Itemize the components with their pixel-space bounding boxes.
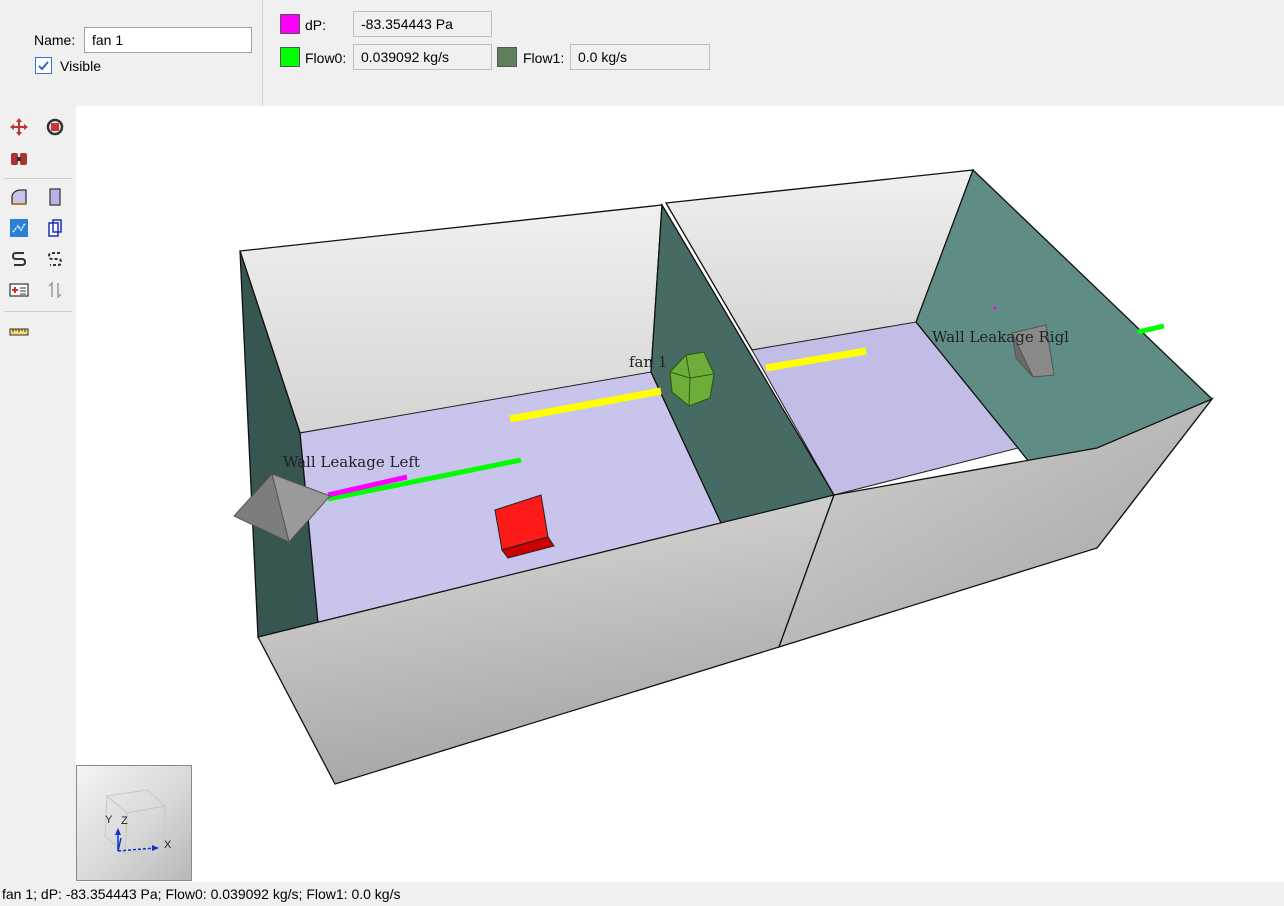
copy-icon[interactable] xyxy=(44,217,66,239)
add-item-icon[interactable] xyxy=(8,279,30,301)
name-input[interactable]: fan 1 xyxy=(84,27,252,53)
toolbar-separator xyxy=(4,311,72,312)
rotate-icon[interactable] xyxy=(44,116,66,138)
flow0-value: 0.039092 kg/s xyxy=(353,44,492,70)
nav-cube-icon xyxy=(104,789,167,856)
axis-x-arrow-icon xyxy=(152,845,159,851)
dp-color-swatch[interactable] xyxy=(280,14,300,34)
axis-y-arrow-icon xyxy=(115,828,121,835)
status-bar: fan 1; dP: -83.354443 Pa; Flow0: 0.03909… xyxy=(0,882,1284,906)
scene-canvas[interactable]: fan 1 Wall Leakage Left Wall Leakage Rig… xyxy=(76,106,1284,882)
axis-z-label: Z xyxy=(121,815,128,827)
group-icon[interactable] xyxy=(8,148,30,170)
flow1-color-swatch[interactable] xyxy=(497,47,517,67)
axis-y-label: Y xyxy=(105,814,113,826)
path-alt-icon[interactable] xyxy=(44,248,66,270)
path-icon[interactable] xyxy=(8,248,30,270)
leakage-left-label: Wall Leakage Left xyxy=(283,453,420,471)
toggle-transparency-icon[interactable] xyxy=(8,217,30,239)
visible-label: Visible xyxy=(60,58,101,74)
flow0-color-swatch[interactable] xyxy=(280,47,300,67)
ruler-icon[interactable] xyxy=(8,321,30,343)
zone-icon[interactable] xyxy=(8,186,30,208)
checkmark-icon xyxy=(38,61,49,71)
visible-checkbox[interactable] xyxy=(35,57,52,74)
leakage-right-label: Wall Leakage Rigl xyxy=(932,328,1069,346)
axis-x-label: X xyxy=(164,839,172,851)
toolbar-separator xyxy=(4,178,72,179)
tool-palette xyxy=(0,106,76,882)
dp-value: -83.354443 Pa xyxy=(353,11,492,37)
name-label: Name: xyxy=(34,32,76,48)
properties-panel: Name: fan 1 Visible xyxy=(0,0,263,106)
flow1-label: Flow1: xyxy=(523,50,565,66)
orientation-navigator[interactable]: Y Z X xyxy=(76,765,192,881)
dp-label: dP: xyxy=(305,17,327,33)
leakage-right-point xyxy=(993,306,997,310)
move-icon[interactable] xyxy=(8,116,30,138)
3d-viewport[interactable]: fan 1 Wall Leakage Left Wall Leakage Rig… xyxy=(76,106,1284,882)
flip-icon[interactable] xyxy=(44,279,66,301)
flow0-label: Flow0: xyxy=(305,50,347,66)
fan-label: fan 1 xyxy=(629,353,667,371)
flow1-value: 0.0 kg/s xyxy=(570,44,710,70)
flow-path-green-right xyxy=(1137,323,1165,335)
readouts-panel: dP: -83.354443 Pa Flow0: 0.039092 kg/s F… xyxy=(263,0,1284,106)
wall-panel-icon[interactable] xyxy=(44,186,66,208)
axis-x-line xyxy=(117,847,156,852)
